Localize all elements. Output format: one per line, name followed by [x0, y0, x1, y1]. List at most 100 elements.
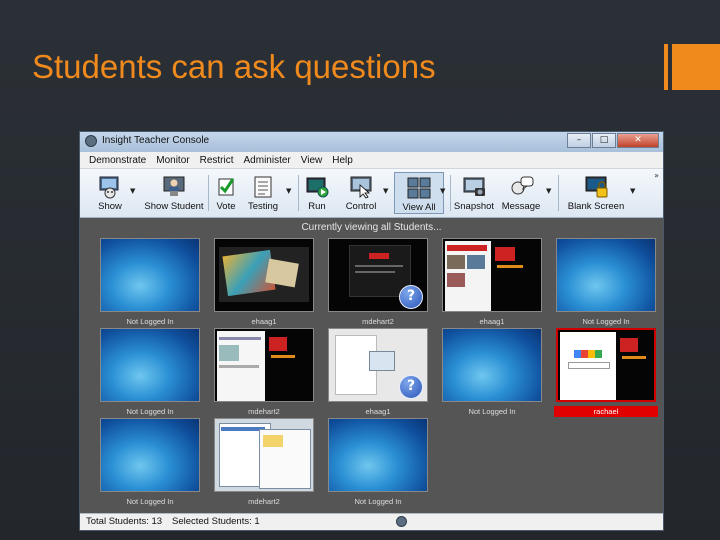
student-thumbnail[interactable]: Not Logged In — [554, 236, 658, 330]
student-name-label: rachael — [554, 406, 658, 417]
close-button[interactable]: ✕ — [617, 133, 659, 148]
blank-screen-dropdown-icon[interactable]: ▼ — [630, 187, 635, 195]
menu-demonstrate[interactable]: Demonstrate — [84, 155, 151, 166]
student-screen-preview[interactable] — [556, 238, 656, 312]
blank-screen-icon — [585, 176, 608, 198]
testing-label: Testing — [247, 201, 279, 212]
student-screen-preview[interactable]: ? — [328, 328, 428, 402]
student-thumbnail[interactable]: Not Logged In — [326, 416, 430, 510]
help-request-icon[interactable]: ? — [399, 285, 423, 309]
menu-restrict[interactable]: Restrict — [195, 155, 239, 166]
screen-window — [219, 337, 261, 340]
student-screen-preview[interactable] — [328, 418, 428, 492]
student-thumbnail[interactable]: Not Logged In — [98, 326, 202, 420]
student-thumbnail[interactable]: ehaag1 — [440, 236, 544, 330]
student-screen-preview[interactable] — [556, 328, 656, 402]
student-thumbnail[interactable]: ? mdehart2 — [326, 236, 430, 330]
student-thumbnail[interactable]: Not Logged In — [98, 236, 202, 330]
student-screen-preview[interactable] — [214, 418, 314, 492]
status-bar: Total Students: 13 Selected Students: 1 — [80, 513, 663, 530]
control-dropdown-icon[interactable]: ▼ — [383, 187, 388, 195]
toolbar-overflow-icon[interactable]: » — [654, 171, 659, 180]
snapshot-label: Snapshot — [453, 201, 495, 212]
vote-button[interactable]: Vote — [211, 172, 241, 214]
screen-window — [497, 265, 523, 268]
testing-button[interactable]: Testing — [243, 172, 283, 214]
toolbar-separator — [558, 175, 559, 211]
screen-window — [355, 271, 395, 273]
screen-window — [495, 247, 515, 261]
message-button[interactable]: Message — [500, 172, 542, 214]
blank-screen-button[interactable]: Blank Screen — [564, 172, 628, 214]
control-icon — [350, 176, 372, 199]
student-screen-preview[interactable] — [442, 328, 542, 402]
student-thumbnail[interactable]: ? ehaag1 — [326, 326, 430, 420]
testing-icon — [254, 176, 272, 198]
show-student-label: Show Student — [144, 201, 204, 212]
view-all-button[interactable]: View All — [394, 172, 444, 214]
toolbar-separator — [450, 175, 451, 211]
student-screen-preview[interactable] — [100, 418, 200, 492]
student-name-label: mdehart2 — [248, 497, 280, 506]
student-screen-preview[interactable] — [100, 328, 200, 402]
student-screen-preview[interactable]: ? — [328, 238, 428, 312]
window-titlebar[interactable]: Insight Teacher Console – □ ✕ — [80, 132, 663, 152]
screen-window — [355, 265, 403, 267]
run-button[interactable]: Run — [302, 172, 332, 214]
help-request-icon[interactable]: ? — [399, 375, 423, 399]
screen-window — [265, 258, 299, 288]
maximize-button[interactable]: □ — [592, 133, 616, 148]
view-all-dropdown-icon[interactable]: ▼ — [440, 187, 445, 195]
student-thumbnail[interactable]: ehaag1 — [212, 236, 316, 330]
minimize-button[interactable]: – — [567, 133, 591, 148]
student-thumbnail[interactable]: rachael — [554, 326, 658, 420]
control-label: Control — [345, 201, 377, 212]
menu-monitor[interactable]: Monitor — [151, 155, 194, 166]
screen-window — [263, 435, 283, 447]
screen-window — [219, 345, 239, 361]
toolbar-separator — [208, 175, 209, 211]
message-dropdown-icon[interactable]: ▼ — [546, 187, 551, 195]
vote-icon — [218, 178, 235, 196]
students-grid-area: Currently viewing all Students... Not Lo… — [80, 218, 663, 514]
student-thumbnail[interactable]: Not Logged In — [440, 326, 544, 420]
menu-administer[interactable]: Administer — [239, 155, 296, 166]
teacher-console-window: Insight Teacher Console – □ ✕ Demonstrat… — [79, 131, 664, 531]
screen-window — [620, 338, 638, 352]
show-student-button[interactable]: Show Student — [142, 172, 206, 214]
message-icon — [511, 176, 534, 195]
screen-window — [447, 245, 487, 251]
run-icon — [306, 177, 329, 198]
student-screen-preview[interactable] — [100, 238, 200, 312]
status-app-icon — [396, 516, 407, 527]
menu-view[interactable]: View — [296, 155, 328, 166]
student-thumbnail[interactable]: mdehart2 — [212, 326, 316, 420]
snapshot-icon — [463, 177, 485, 196]
show-dropdown-icon[interactable]: ▼ — [130, 187, 135, 195]
student-screen-preview[interactable] — [214, 328, 314, 402]
student-thumbnail[interactable]: mdehart2 — [212, 416, 316, 510]
toolbar-separator — [298, 175, 299, 211]
slide-title: Students can ask questions — [32, 48, 436, 85]
show-icon — [99, 176, 119, 199]
student-thumbnail[interactable]: Not Logged In — [98, 416, 202, 510]
app-icon — [85, 135, 97, 147]
screen-window — [219, 365, 259, 368]
screen-window — [447, 255, 465, 269]
testing-dropdown-icon[interactable]: ▼ — [286, 187, 291, 195]
student-screen-preview[interactable] — [442, 238, 542, 312]
control-button[interactable]: Control — [340, 172, 382, 214]
show-label: Show — [98, 201, 122, 212]
snapshot-button[interactable]: Snapshot — [453, 172, 495, 214]
show-student-icon — [163, 176, 185, 196]
screen-window — [369, 351, 395, 371]
menu-help[interactable]: Help — [327, 155, 358, 166]
window-title: Insight Teacher Console — [102, 135, 210, 146]
screen-window — [271, 355, 295, 358]
show-button[interactable]: Show — [86, 172, 134, 214]
accent-bar-thin — [664, 44, 668, 90]
student-name-label: Not Logged In — [468, 407, 516, 416]
selected-students: Selected Students: 1 — [172, 516, 260, 527]
screen-window — [447, 273, 465, 287]
student-screen-preview[interactable] — [214, 238, 314, 312]
